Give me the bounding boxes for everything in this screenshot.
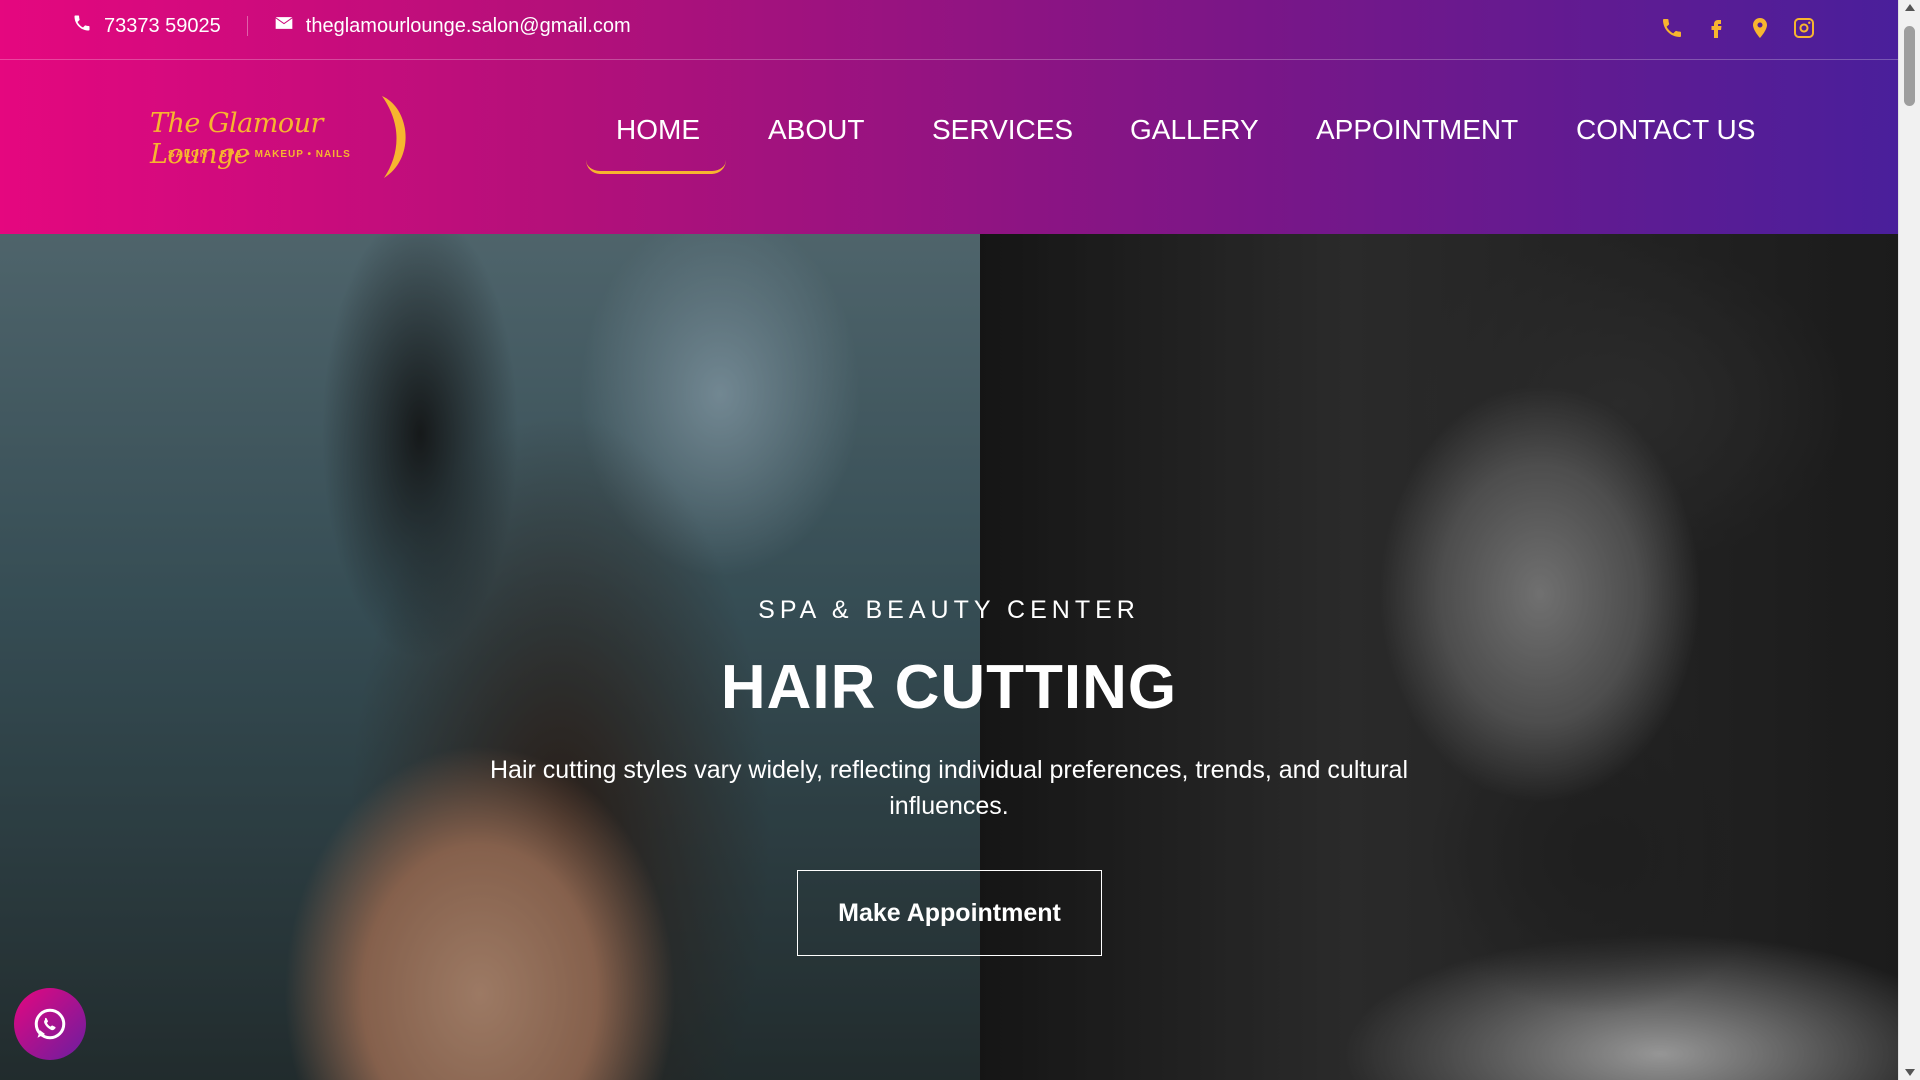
scroll-up-arrow[interactable]	[1905, 4, 1915, 11]
hero-title: HAIR CUTTING	[720, 653, 1178, 722]
location-pin-icon[interactable]	[1746, 14, 1774, 42]
top-bar: 73373 59025 theglamourlounge.salon@gmail…	[0, 0, 1898, 60]
make-appointment-button[interactable]: Make Appointment	[797, 870, 1102, 956]
nav-item-about[interactable]: ABOUT	[768, 114, 864, 146]
active-nav-indicator	[586, 160, 726, 174]
phone-icon[interactable]	[1658, 14, 1686, 42]
nav-item-gallery[interactable]: GALLERY	[1130, 114, 1259, 146]
envelope-icon	[274, 13, 306, 39]
contact-info: 73373 59025 theglamourlounge.salon@gmail…	[72, 13, 631, 39]
hero-content: SPA & BEAUTY CENTER HAIR CUTTING Hair cu…	[0, 234, 1898, 1080]
email-address: theglamourlounge.salon@gmail.com	[305, 14, 631, 37]
social-links	[1642, 14, 1818, 42]
instagram-icon[interactable]	[1790, 14, 1818, 42]
logo-title: The Glamour Lounge	[150, 108, 323, 170]
phone-number: 73373 59025	[104, 14, 221, 37]
divider	[246, 16, 248, 36]
logo-tagline: SALON • SPA • MAKEUP • NAILS	[168, 149, 351, 160]
site-header: 73373 59025 theglamourlounge.salon@gmail…	[0, 0, 1898, 234]
page-scrollbar[interactable]	[1898, 0, 1920, 1080]
nav-item-home[interactable]: HOME	[616, 114, 700, 146]
phone-contact[interactable]: 73373 59025	[72, 13, 221, 39]
nav-item-appointment[interactable]: APPOINTMENT	[1316, 114, 1518, 146]
site-logo[interactable]: The Glamour Lounge SALON • SPA • MAKEUP …	[150, 94, 406, 180]
nav-item-contact-us[interactable]: CONTACT US	[1576, 114, 1755, 146]
facebook-icon[interactable]	[1702, 14, 1730, 42]
crescent-moon-icon	[382, 96, 406, 178]
scrollbar-thumb[interactable]	[1904, 26, 1915, 106]
scroll-down-arrow[interactable]	[1905, 1069, 1915, 1076]
whatsapp-button[interactable]	[14, 988, 86, 1060]
whatsapp-icon	[34, 1008, 66, 1040]
nav-item-services[interactable]: SERVICES	[932, 114, 1073, 146]
hero-subtitle: SPA & BEAUTY CENTER	[758, 596, 1140, 624]
phone-icon	[72, 13, 104, 39]
hero-description: Hair cutting styles vary widely, reflect…	[489, 756, 1409, 820]
hero-slider: SPA & BEAUTY CENTER HAIR CUTTING Hair cu…	[0, 234, 1898, 1080]
email-contact[interactable]: theglamourlounge.salon@gmail.com	[274, 13, 631, 39]
